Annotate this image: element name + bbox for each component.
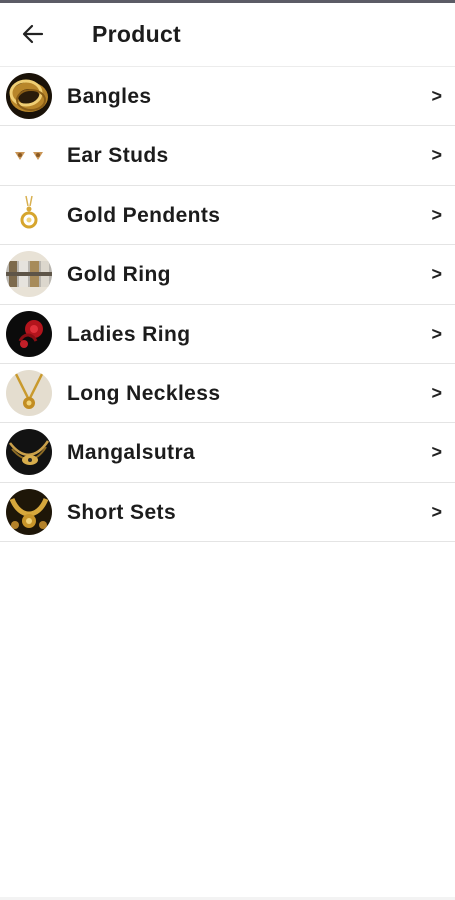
gold-ring-thumbnail — [6, 251, 52, 298]
chevron-right-icon: > — [431, 323, 442, 344]
chevron-right-icon: > — [431, 264, 442, 285]
list-item-ladies-ring[interactable]: Ladies Ring > — [0, 305, 455, 364]
list-item-long-neckless[interactable]: Long Neckless > — [0, 364, 455, 424]
chevron-right-icon: > — [431, 204, 442, 225]
chevron-right-icon: > — [431, 442, 442, 463]
back-button[interactable] — [19, 20, 47, 48]
chevron-right-icon: > — [431, 382, 442, 403]
list-item-ear-studs[interactable]: Ear Studs > — [0, 126, 455, 186]
list-item-bangles[interactable]: Bangles > — [0, 67, 455, 127]
list-item-label: Long Neckless — [67, 381, 221, 405]
gold-pendent-thumbnail — [6, 191, 52, 238]
ear-studs-thumbnail — [6, 132, 52, 179]
list-item-gold-ring[interactable]: Gold Ring > — [0, 245, 455, 305]
arrow-left-icon — [22, 24, 44, 44]
list-item-short-sets[interactable]: Short Sets > — [0, 483, 455, 543]
list-item-label: Bangles — [67, 85, 152, 108]
list-item-mangalsutra[interactable]: Mangalsutra > — [0, 423, 455, 483]
list-item-gold-pendents[interactable]: Gold Pendents > — [0, 186, 455, 246]
long-necklace-thumbnail — [6, 369, 52, 416]
chevron-right-icon: > — [431, 501, 442, 522]
ladies-ring-thumbnail — [6, 310, 52, 357]
list-item-label: Ear Studs — [67, 144, 169, 168]
chevron-right-icon: > — [431, 145, 442, 166]
list-item-label: Gold Ring — [67, 263, 171, 287]
list-item-label: Short Sets — [67, 500, 177, 524]
short-sets-thumbnail — [6, 488, 52, 535]
list-item-label: Mangalsutra — [67, 441, 196, 465]
chevron-right-icon: > — [431, 86, 442, 106]
list-item-label: Gold Pendents — [67, 203, 221, 227]
list-item-label: Ladies Ring — [67, 322, 191, 346]
page-title: Product — [92, 21, 181, 47]
mangalsutra-thumbnail — [6, 429, 52, 476]
product-list: Bangles > Ear Studs > Gold Pendents > Go… — [0, 67, 455, 543]
bangles-thumbnail — [6, 73, 52, 119]
app-header: Product — [0, 3, 455, 67]
